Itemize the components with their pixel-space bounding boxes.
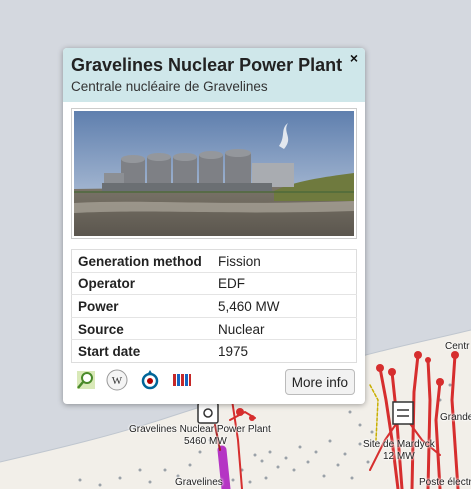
plant-symbol [197, 402, 219, 424]
popup-title: Gravelines Nuclear Power Plant [71, 55, 343, 75]
feature-popup: Gravelines Nuclear Power Plant Centrale … [63, 48, 365, 404]
row-key: Generation method [78, 253, 202, 269]
wikidata-icon[interactable] [75, 369, 97, 391]
row-value: EDF [212, 271, 357, 295]
town-label: Gravelines [175, 477, 223, 488]
table-row: Operator EDF [71, 271, 357, 295]
plant-power-label: 5460 MW [184, 436, 227, 447]
substation-symbol [392, 401, 414, 425]
table-row: Power 5,460 MW [71, 294, 357, 318]
row-value: Nuclear [212, 316, 357, 340]
poste-label: Poste électr [419, 477, 471, 488]
row-value: Fission [218, 253, 261, 269]
popup-subtitle: Centrale nucléaire de Gravelines [71, 79, 268, 94]
row-value: 5,460 MW [212, 294, 357, 318]
properties-table: Generation method Fission Operator EDF Pow… [71, 249, 357, 363]
wikipedia-icon[interactable]: W [106, 369, 128, 391]
close-button[interactable]: × [347, 50, 361, 66]
row-key: Source [71, 316, 212, 340]
centr-label: Centr [445, 341, 470, 352]
svg-text:W: W [112, 375, 123, 387]
plant-photo [71, 108, 357, 239]
substation-name-label: Site de Mardyck [363, 439, 435, 450]
row-key: Power [71, 294, 212, 318]
row-key: Operator [71, 271, 212, 295]
substation-power-label: 12 MW [383, 451, 415, 462]
plant-photo-image [74, 111, 354, 236]
row-value: 1975 [212, 339, 357, 363]
wikimedia-commons-icon[interactable] [139, 369, 161, 391]
table-row: Generation method Fission [72, 250, 357, 273]
popup-header: Gravelines Nuclear Power Plant Centrale … [63, 48, 365, 102]
gem-tracker-icon[interactable] [171, 369, 193, 391]
plant-name-label: Gravelines Nuclear Power Plant [129, 424, 271, 435]
table-row: Start date 1975 [71, 339, 357, 363]
row-key: Start date [71, 339, 212, 363]
table-row: Source Nuclear [71, 316, 357, 340]
grande-label: Grande [440, 412, 471, 423]
more-info-button[interactable]: More info [284, 369, 355, 395]
